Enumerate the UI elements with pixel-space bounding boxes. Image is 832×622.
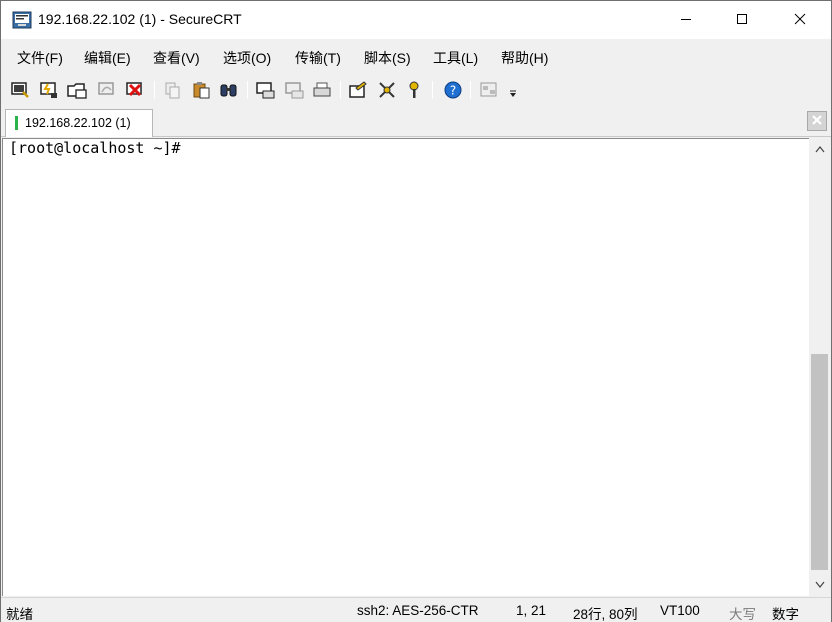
window-title: 192.168.22.102 (1) - SecureCRT	[38, 11, 242, 27]
scroll-up-button[interactable]	[809, 138, 830, 158]
print-selection-icon[interactable]	[283, 79, 305, 101]
status-bar: 就绪 ssh2: AES-256-CTR 1, 21 28行, 80列 VT10…	[1, 597, 831, 622]
menu-transfer[interactable]: 传输(T)	[295, 48, 341, 68]
connect-in-tab-icon[interactable]	[66, 79, 88, 101]
terminal-screen[interactable]: [root@localhost ~]#	[2, 138, 809, 596]
status-ready: 就绪	[6, 607, 33, 622]
svg-text:?: ?	[450, 84, 456, 98]
session-options-icon[interactable]	[347, 79, 369, 101]
menu-tools[interactable]: 工具(L)	[433, 48, 478, 68]
status-emulation: VT100	[660, 603, 700, 618]
keymap-icon[interactable]	[376, 79, 398, 101]
minimize-button[interactable]	[663, 1, 709, 39]
sftp-icon[interactable]	[478, 79, 500, 101]
securecrt-window: 192.168.22.102 (1) - SecureCRT 文件(F) 编辑(…	[0, 0, 832, 622]
menu-bar: 文件(F) 编辑(E) 查看(V) 选项(O) 传输(T) 脚本(S) 工具(L…	[1, 39, 831, 74]
status-caps-lock: 大写	[729, 607, 756, 622]
menu-help[interactable]: 帮助(H)	[501, 48, 548, 68]
connect-icon[interactable]	[9, 79, 31, 101]
scroll-thumb[interactable]	[811, 354, 828, 570]
terminal-prompt-line: [root@localhost ~]#	[9, 139, 181, 157]
menu-script[interactable]: 脚本(S)	[364, 48, 411, 68]
find-icon[interactable]	[218, 79, 240, 101]
toolbar-overflow-icon[interactable]	[506, 79, 520, 101]
status-cursor-position: 1, 21	[516, 603, 547, 618]
menu-options[interactable]: 选项(O)	[223, 48, 271, 68]
status-terminal-size: 28行, 80列	[573, 607, 638, 622]
paste-icon[interactable]	[190, 79, 212, 101]
toolbar-separator	[470, 81, 471, 99]
title-bar[interactable]: 192.168.22.102 (1) - SecureCRT	[1, 1, 831, 39]
vertical-scrollbar[interactable]	[809, 138, 830, 596]
copy-icon[interactable]	[161, 79, 183, 101]
tab-label: 192.168.22.102 (1)	[25, 116, 131, 130]
toolbar-separator	[432, 81, 433, 99]
help-icon[interactable]: ?	[442, 79, 464, 101]
close-icon	[811, 114, 823, 129]
toolbar: ?	[1, 74, 831, 107]
tab-session-1[interactable]: 192.168.22.102 (1)	[5, 109, 153, 137]
menu-view[interactable]: 查看(V)	[153, 48, 200, 68]
status-num-lock: 数字	[772, 607, 799, 622]
menu-edit[interactable]: 编辑(E)	[84, 48, 131, 68]
print-screen-icon[interactable]	[254, 79, 276, 101]
maximize-icon	[736, 13, 748, 28]
close-button[interactable]	[777, 1, 823, 39]
securecrt-app-icon	[12, 11, 32, 29]
minimize-icon	[680, 13, 692, 28]
chevron-down-icon	[815, 577, 825, 592]
chevron-up-icon	[815, 141, 825, 156]
close-icon	[794, 13, 806, 28]
toolbar-separator	[247, 81, 248, 99]
scroll-down-button[interactable]	[809, 574, 830, 594]
toolbar-separator	[154, 81, 155, 99]
quick-connect-icon[interactable]	[38, 79, 60, 101]
reconnect-icon[interactable]	[96, 79, 118, 101]
maximize-button[interactable]	[719, 1, 765, 39]
toolbar-separator	[340, 81, 341, 99]
disconnect-icon[interactable]	[124, 79, 146, 101]
key-agent-icon[interactable]	[403, 79, 425, 101]
status-cipher: ssh2: AES-256-CTR	[357, 603, 479, 618]
close-tab-button[interactable]	[807, 111, 827, 131]
menu-file[interactable]: 文件(F)	[17, 48, 63, 68]
print-icon[interactable]	[311, 79, 333, 101]
connection-status-indicator	[15, 116, 18, 130]
session-tab-strip: 192.168.22.102 (1)	[1, 107, 831, 137]
